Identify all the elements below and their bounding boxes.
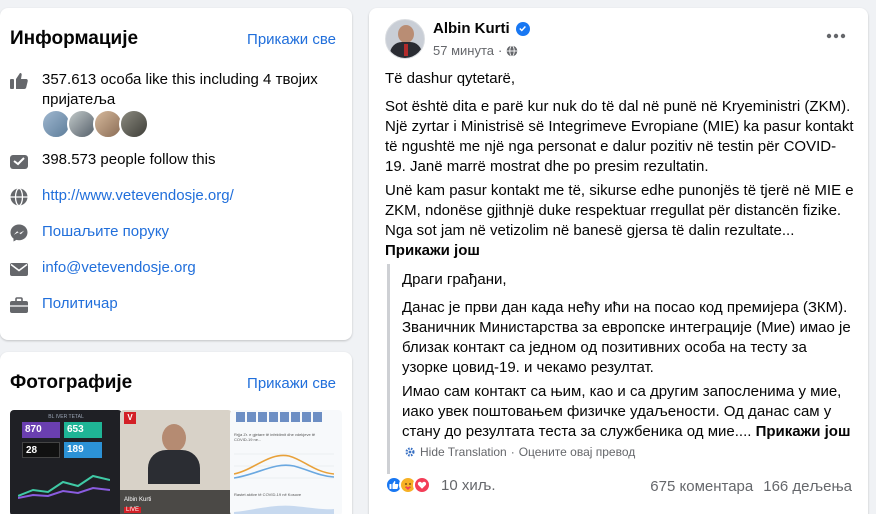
post-options-button[interactable]: [821, 26, 851, 46]
messenger-icon: [8, 222, 30, 244]
public-globe-icon: [506, 44, 518, 57]
photo-stat-tile: 870: [22, 422, 60, 438]
post-paragraph-2: Unë kam pasur kontakt me të, sikurse edh…: [385, 181, 855, 261]
photo-portrait-head: [162, 424, 186, 452]
photo-thumbnail-portrait[interactable]: V Albin Kurti LIVE: [120, 410, 232, 514]
likes-line-2: пријатеља: [42, 91, 116, 108]
photos-see-all-link[interactable]: Прикажи све: [247, 375, 336, 392]
post-meta: 57 минута ·: [433, 43, 518, 58]
avatar-head: [398, 25, 414, 43]
meta-separator: ·: [498, 43, 503, 58]
likes-text: 357.613 особа like this including 4 твој…: [42, 70, 318, 110]
send-message-link[interactable]: Пошаљите поруку: [42, 222, 169, 242]
translation-separator: ·: [510, 445, 515, 459]
photo-thumbnail-chart[interactable]: Rrjja Zr. e gjetare të infektimit dhe vd…: [230, 410, 342, 514]
photo-stat-tile: 653: [64, 422, 102, 438]
avatar-tie: [404, 44, 408, 56]
post-greeting: Të dashur qytetarë,: [385, 70, 516, 87]
thumbs-up-icon: [8, 70, 30, 92]
post-author: Albin Kurti: [433, 20, 530, 37]
comments-count[interactable]: 675 коментара: [650, 478, 753, 495]
translation-see-more-link[interactable]: Прикажи још: [756, 423, 851, 440]
author-avatar[interactable]: [385, 19, 425, 59]
photo-chart-footer: Rastet aktive të COVID-19 në Kosove: [234, 492, 302, 497]
engagement-stats: 675 коментара 166 дељења: [650, 478, 852, 495]
photos-title: Фотографије: [10, 372, 133, 393]
globe-icon: [8, 186, 30, 208]
category-link[interactable]: Политичар: [42, 294, 118, 314]
translation-greeting: Драги грађани,: [402, 271, 507, 288]
post-paragraph-2-text: Unë kam pasur kontakt me të, sikurse edh…: [385, 182, 854, 239]
photo-live-badge: LIVE: [124, 507, 142, 513]
friend-avatar[interactable]: [119, 109, 149, 139]
translation-paragraph-1: Данас је први дан када нећу ићи на посао…: [402, 299, 851, 376]
envelope-icon: [8, 258, 30, 280]
about-card: Информације Прикажи све: [0, 8, 352, 340]
photo-stat-tile: 189: [64, 442, 102, 458]
website-link[interactable]: http://www.vetevendosje.org/: [42, 186, 234, 206]
author-name[interactable]: Albin Kurti: [433, 20, 510, 37]
photo-stats-header: BL IVER TETAL: [48, 414, 84, 420]
about-see-all-link[interactable]: Прикажи све: [247, 31, 336, 48]
followers-text: 398.573 people follow this: [42, 151, 216, 168]
follow-box-icon: [8, 150, 30, 172]
about-title: Информације: [10, 28, 139, 49]
photo-chart-bars-top: [236, 412, 322, 422]
translation-actions: Hide Translation · Оцените овај превод: [404, 445, 635, 459]
photo-chart-lines: [234, 453, 334, 479]
love-reaction-icon: [413, 476, 431, 494]
photo-thumbnail-stats[interactable]: BL IVER TETAL 870 653 28 189: [10, 410, 122, 514]
post-paragraph-1: Sot është dita e parë kur nuk do të dal …: [385, 98, 854, 175]
briefcase-icon: [8, 294, 30, 316]
translation-gear-icon: [404, 446, 416, 458]
photo-chart-area: [234, 505, 334, 514]
photo-chart-header: Rrjja Zr. e gjetare të infektimit dhe vd…: [234, 432, 316, 442]
photo-caption: Albin Kurti: [124, 497, 152, 503]
see-more-link[interactable]: Прикажи још: [385, 242, 480, 259]
post-time[interactable]: 57 минута: [433, 43, 494, 58]
email-link[interactable]: info@vetevendosje.org: [42, 258, 196, 278]
reactions-count[interactable]: 10 хиљ.: [441, 477, 496, 494]
photo-portrait-body: [148, 450, 200, 484]
verified-badge-icon: [515, 21, 530, 36]
rate-translation-link[interactable]: Оцените овај превод: [519, 445, 636, 459]
translation-paragraph-2: Имао сам контакт са њим, као и са другим…: [402, 382, 852, 442]
more-dots-icon: [826, 33, 846, 39]
friends-avatars[interactable]: [41, 109, 149, 139]
likes-line-1: 357.613 особа like this including 4 твој…: [42, 71, 318, 88]
photo-stats-chart: [18, 474, 110, 499]
photos-header: Фотографије Прикажи све: [10, 372, 336, 394]
hide-translation-link[interactable]: Hide Translation: [420, 445, 507, 459]
photo-stat-tile: 28: [22, 442, 60, 458]
photo-v-badge: V: [124, 412, 136, 424]
about-header: Информације Прикажи све: [10, 28, 336, 50]
shares-count[interactable]: 166 дељења: [763, 478, 852, 495]
photo-portrait-figure: [148, 424, 200, 484]
reactions-summary[interactable]: 10 хиљ.: [385, 476, 496, 494]
